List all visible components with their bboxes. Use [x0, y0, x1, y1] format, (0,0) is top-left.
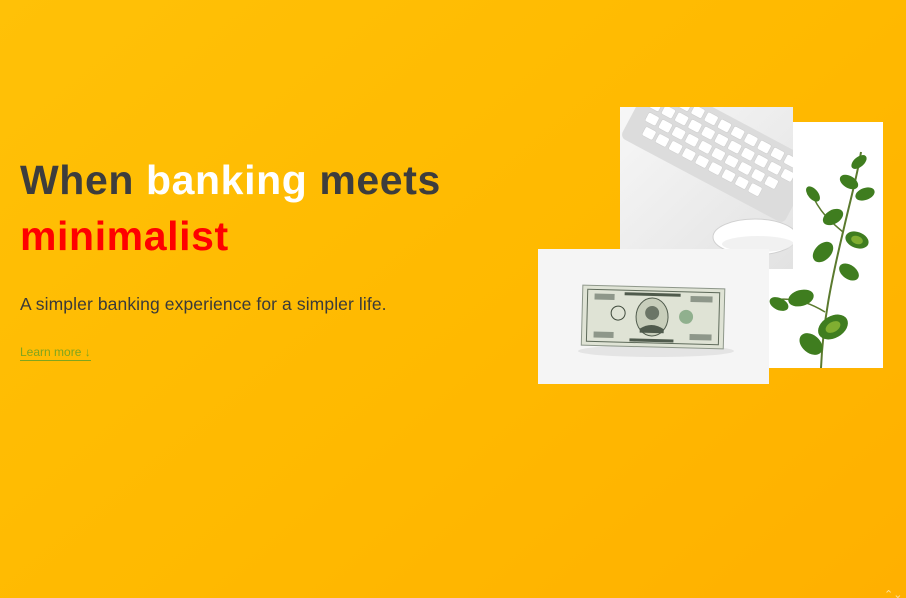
headline-part-1: When	[20, 157, 146, 203]
headline-part-3: meets	[307, 157, 441, 203]
dollar-image	[538, 249, 769, 384]
headline-highlight-banking: banking	[145, 157, 308, 203]
learn-more-link[interactable]: Learn more ↓	[20, 345, 91, 361]
headline-highlight-minimalist: minimalist	[20, 213, 229, 259]
hero-subtitle: A simpler banking experience for a simpl…	[20, 294, 387, 314]
hero-headline: When banking meets minimalist	[20, 152, 500, 264]
corner-arrows-icon: ⌃⌄	[884, 589, 903, 598]
hero-section: When banking meets minimalist A simpler b…	[20, 152, 500, 361]
keyboard-image	[620, 107, 793, 269]
keyboard-photo	[620, 107, 793, 269]
dollar-photo	[538, 249, 769, 384]
